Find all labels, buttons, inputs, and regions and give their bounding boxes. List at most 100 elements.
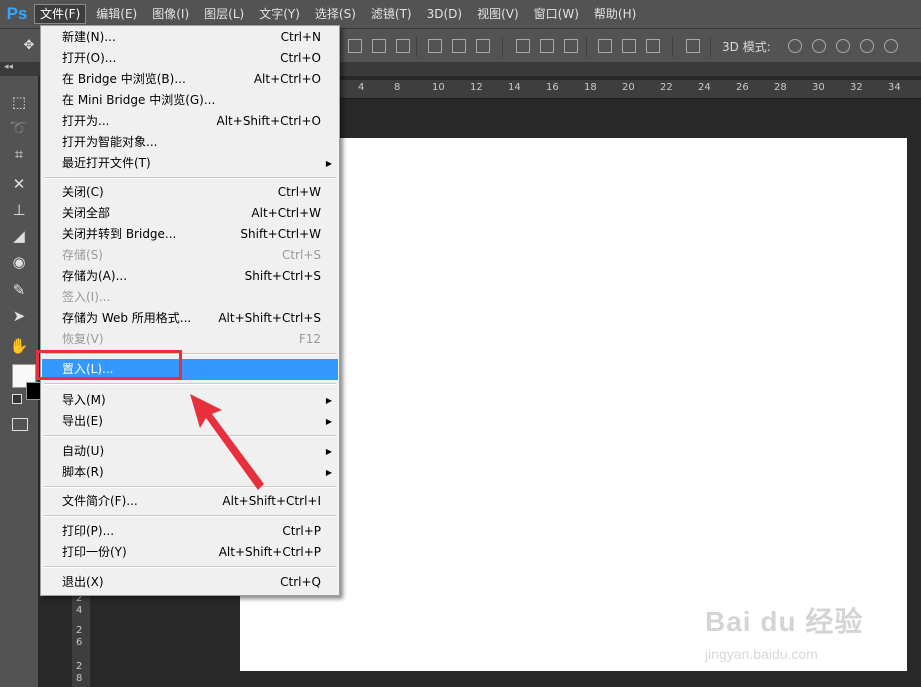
menu-item-open[interactable]: 打开(O)... Ctrl+O (42, 48, 338, 69)
3d-slide-icon[interactable] (860, 39, 874, 53)
menu-item-open-smart-object[interactable]: 打开为智能对象... (42, 132, 338, 153)
3d-pan-icon[interactable] (836, 39, 850, 53)
divider (502, 37, 503, 57)
marquee-tool-icon[interactable]: ⬚ (8, 92, 30, 112)
menu-item-close-go-bridge[interactable]: 关闭并转到 Bridge... Shift+Ctrl+W (42, 224, 338, 245)
annotation-arrow-icon (190, 394, 264, 490)
blur-tool-icon[interactable]: ◉ (8, 252, 30, 272)
menu-item-print[interactable]: 打印(P)... Ctrl+P (42, 521, 338, 542)
menu-separator (44, 383, 336, 385)
document-canvas[interactable] (240, 138, 907, 671)
distribute-top-icon[interactable] (516, 39, 530, 53)
ruler-label: 20 (622, 82, 635, 93)
quick-mask-icon[interactable] (12, 418, 28, 431)
distribute-hcenter-icon[interactable] (622, 39, 636, 53)
menu-image[interactable]: 图像(I) (147, 4, 194, 24)
menu-item-new[interactable]: 新建(N)... Ctrl+N (42, 27, 338, 48)
submenu-arrow-icon: ▶ (325, 447, 332, 456)
ruler-label: 2 (76, 661, 83, 672)
menu-select[interactable]: 选择(S) (310, 4, 361, 24)
ruler-label: 12 (470, 82, 483, 93)
collapse-panel-icon[interactable]: ◂◂ (4, 62, 13, 72)
menu-item-close[interactable]: 关闭(C) Ctrl+W (42, 182, 338, 203)
auto-align-icon[interactable] (686, 39, 700, 53)
menu-edit[interactable]: 编辑(E) (91, 4, 142, 24)
ruler-label: 22 (660, 82, 673, 93)
menu-separator (44, 515, 336, 517)
menu-item-save-as[interactable]: 存储为(A)... Shift+Ctrl+S (42, 266, 338, 287)
menu-type[interactable]: 文字(Y) (254, 4, 305, 24)
eraser-tool-icon[interactable]: ◢ (8, 226, 30, 246)
3d-mode-label: 3D 模式: (722, 40, 771, 54)
submenu-arrow-icon: ▶ (325, 396, 332, 405)
align-top-icon[interactable] (348, 39, 362, 53)
default-colors-icon[interactable] (12, 394, 22, 404)
baidu-watermark: Bai du 经验 (705, 606, 864, 637)
divider (586, 37, 587, 57)
distribute-bottom-icon[interactable] (564, 39, 578, 53)
vertical-ruler: 2 4 2 6 2 8 (72, 590, 90, 687)
menu-item-revert: 恢复(V) F12 (62, 332, 321, 346)
ruler-label: 4 (76, 605, 83, 616)
menu-3d[interactable]: 3D(D) (422, 4, 467, 24)
menu-layer[interactable]: 图层(L) (199, 4, 249, 24)
ruler-label: 14 (508, 82, 521, 93)
ruler-label: 16 (546, 82, 559, 93)
baidu-watermark-url: jingyan.baidu.com (705, 646, 818, 662)
submenu-arrow-icon: ▶ (325, 417, 332, 426)
distribute-vcenter-icon[interactable] (540, 39, 554, 53)
menu-view[interactable]: 视图(V) (472, 4, 524, 24)
menu-item-save-for-web[interactable]: 存储为 Web 所用格式... Alt+Shift+Ctrl+S (42, 308, 338, 329)
align-vcenter-icon[interactable] (372, 39, 386, 53)
horizontal-ruler: 4 8 10 12 14 16 18 20 22 24 26 28 30 32 … (340, 80, 921, 99)
menu-item-save: 存储(S) Ctrl+S (62, 248, 321, 262)
menu-help[interactable]: 帮助(H) (589, 4, 641, 24)
ruler-label: 8 (394, 82, 401, 93)
ruler-label: 26 (736, 82, 749, 93)
menu-item-recent-files[interactable]: 最近打开文件(T) ▶ (42, 153, 338, 174)
crop-tool-icon[interactable]: ⌗ (8, 144, 30, 164)
align-bottom-icon[interactable] (396, 39, 410, 53)
menu-filter[interactable]: 滤镜(T) (366, 4, 417, 24)
divider (416, 37, 417, 57)
pen-tool-icon[interactable]: ✎ (8, 280, 30, 300)
healing-brush-tool-icon[interactable]: ✕ (8, 174, 30, 194)
3d-roll-icon[interactable] (812, 39, 826, 53)
align-hcenter-icon[interactable] (452, 39, 466, 53)
3d-scale-icon[interactable] (884, 39, 898, 53)
distribute-left-icon[interactable] (598, 39, 612, 53)
hand-tool-icon[interactable]: ✋ (8, 336, 30, 356)
menu-separator (44, 566, 336, 568)
align-left-icon[interactable] (428, 39, 442, 53)
photoshop-logo: Ps (6, 4, 28, 23)
menu-separator (44, 177, 336, 179)
menu-window[interactable]: 窗口(W) (529, 4, 584, 24)
menu-item-check-in: 签入(I)... (62, 290, 111, 304)
distribute-right-icon[interactable] (646, 39, 660, 53)
ruler-label: 28 (774, 82, 787, 93)
ruler-label: 34 (888, 82, 901, 93)
ruler-label: 8 (76, 673, 83, 684)
annotation-highlight-box (36, 350, 182, 380)
3d-rotate-icon[interactable] (788, 39, 802, 53)
ruler-label: 32 (850, 82, 863, 93)
menu-item-open-as[interactable]: 打开为... Alt+Shift+Ctrl+O (42, 111, 338, 132)
ruler-label: 6 (76, 637, 83, 648)
stamp-tool-icon[interactable]: ⊥ (8, 200, 30, 220)
menu-item-browse-bridge[interactable]: 在 Bridge 中浏览(B)... Alt+Ctrl+O (42, 69, 338, 90)
menu-item-print-one-copy[interactable]: 打印一份(Y) Alt+Shift+Ctrl+P (42, 542, 338, 563)
menu-item-exit[interactable]: 退出(X) Ctrl+Q (42, 572, 338, 593)
divider (710, 37, 711, 57)
file-menu-dropdown: 新建(N)... Ctrl+N 打开(O)... Ctrl+O 在 Bridge… (40, 25, 340, 596)
lasso-tool-icon[interactable]: ➰ (8, 118, 30, 138)
menu-item-browse-mini-bridge[interactable]: 在 Mini Bridge 中浏览(G)... (42, 90, 338, 111)
menu-item-close-all[interactable]: 关闭全部 Alt+Ctrl+W (42, 203, 338, 224)
menu-file[interactable]: 文件(F) (34, 4, 87, 24)
move-tool-preset-icon[interactable]: ✥ (18, 35, 40, 55)
align-right-icon[interactable] (476, 39, 490, 53)
submenu-arrow-icon: ▶ (325, 159, 332, 168)
ruler-label: 10 (432, 82, 445, 93)
path-selection-tool-icon[interactable]: ➤ (8, 306, 30, 326)
ruler-label: 18 (584, 82, 597, 93)
ruler-label: 30 (812, 82, 825, 93)
